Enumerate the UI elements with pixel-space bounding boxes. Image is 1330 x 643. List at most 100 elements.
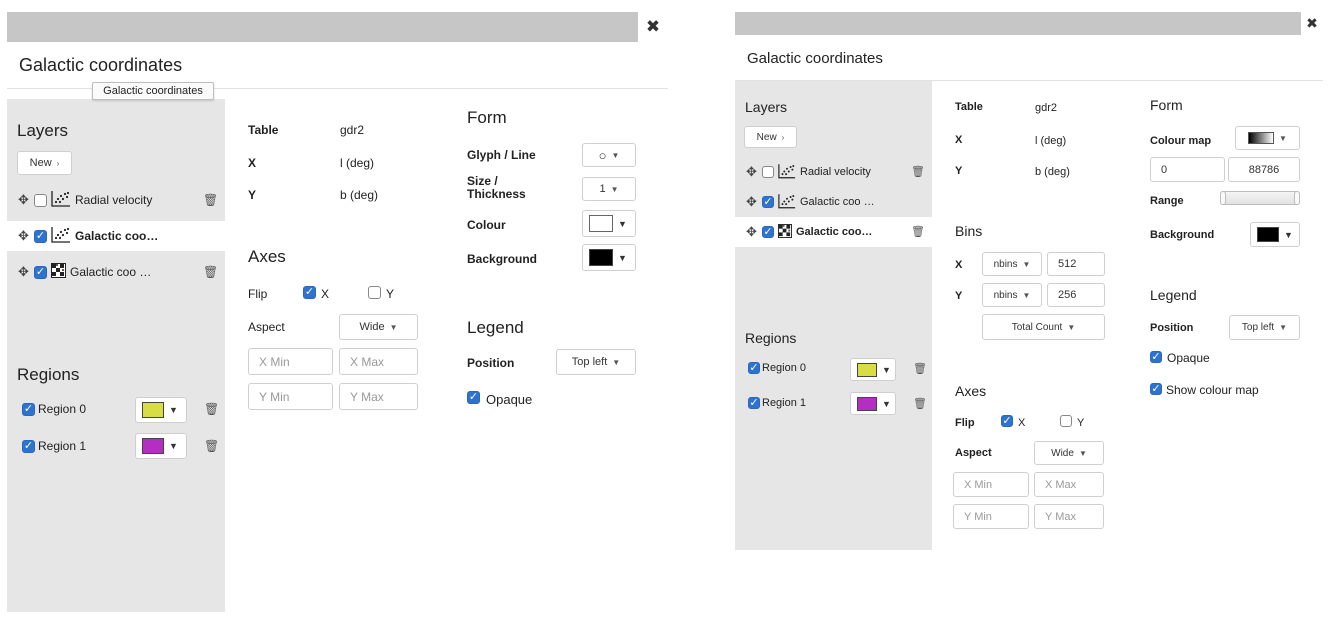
x-min-input[interactable]: X Min (953, 472, 1029, 497)
flip-x-checkbox[interactable]: ✓ (1001, 415, 1013, 427)
layer-item-radial-velocity[interactable]: ✥ ✓ Radial velocity 🗑 (7, 185, 225, 215)
layers-heading: Layers (745, 99, 788, 115)
flip-y-checkbox[interactable]: ✓ (368, 286, 381, 299)
new-layer-button[interactable]: New › (17, 151, 72, 175)
region-color-picker[interactable]: ▼ (850, 358, 896, 381)
y-min-input[interactable]: Y Min (248, 383, 333, 410)
bins-y-mode-value: nbins (993, 289, 1018, 301)
flip-y-checkbox[interactable]: ✓ (1060, 415, 1072, 427)
trash-icon[interactable]: 🗑 (913, 397, 927, 410)
layer-item-radial-velocity[interactable]: ✥ ✓ Radial velocity 🗑 (735, 157, 932, 187)
layer-visible-checkbox[interactable]: ✓ (34, 229, 47, 243)
trash-icon[interactable]: 🗑 (911, 165, 925, 178)
bins-x-input[interactable]: 512 (1047, 252, 1105, 276)
range-min-input[interactable]: 0 (1150, 157, 1225, 182)
color-swatch (857, 362, 877, 377)
bins-x-mode-select[interactable]: nbins ▼ (982, 252, 1042, 276)
opaque-checkbox[interactable]: ✓ (1150, 351, 1162, 363)
layer-item-galactic-density[interactable]: ✥ ✓ Galactic coo … 🗑 (7, 257, 225, 287)
trash-icon[interactable]: 🗑 (204, 439, 219, 453)
layer-visible-checkbox[interactable]: ✓ (762, 226, 774, 238)
glyph-select[interactable]: ○ ▼ (582, 143, 636, 167)
region-color-picker[interactable]: ▼ (850, 392, 896, 415)
layer-label: Radial velocity (800, 166, 871, 178)
trash-icon[interactable]: 🗑 (204, 402, 219, 416)
regions-heading: Regions (745, 330, 797, 346)
layer-item-galactic-density[interactable]: ✥ ✓ Galactic coo… 🗑 (735, 217, 932, 247)
region-checkbox[interactable]: ✓ (748, 362, 760, 374)
window-titlebar[interactable] (735, 12, 1323, 35)
layer-label: Radial velocity (75, 193, 153, 207)
x-max-input[interactable]: X Max (339, 348, 418, 375)
trash-icon[interactable]: 🗑 (911, 225, 925, 238)
background-color-picker[interactable]: ▼ (1250, 222, 1300, 247)
colour-picker[interactable]: ▼ (582, 210, 636, 237)
background-color-picker[interactable]: ▼ (582, 244, 636, 271)
y-max-input[interactable]: Y Max (339, 383, 418, 410)
bins-y-input[interactable]: 256 (1047, 283, 1105, 307)
aggregation-select[interactable]: Total Count ▼ (982, 314, 1105, 340)
window-titlebar[interactable] (7, 12, 668, 42)
region-item[interactable]: ✓ Region 1 (22, 439, 86, 453)
region-label: Region 1 (762, 397, 807, 409)
color-swatch (1257, 227, 1279, 242)
range-slider[interactable] (1220, 191, 1300, 205)
range-slider-max-handle[interactable] (1294, 191, 1300, 205)
colourmap-select[interactable]: ▼ (1235, 126, 1300, 150)
aspect-label: Aspect (248, 320, 285, 334)
range-label: Range (1150, 195, 1184, 207)
legend-position-select[interactable]: Top left ▼ (556, 349, 636, 375)
show-colourmap-checkbox[interactable]: ✓ (1150, 383, 1162, 395)
density-grid-icon (51, 263, 66, 281)
close-button[interactable]: ✖ (1301, 12, 1323, 35)
window-title: Galactic coordinates (19, 55, 183, 75)
size-select[interactable]: 1 ▼ (582, 177, 636, 201)
region-item[interactable]: ✓ Region 0 (748, 362, 806, 374)
region-checkbox[interactable]: ✓ (22, 439, 35, 453)
aggregation-value: Total Count (1011, 321, 1063, 333)
move-icon[interactable]: ✥ (745, 164, 758, 180)
form-heading: Form (1150, 97, 1183, 113)
opaque-checkbox[interactable]: ✓ (467, 391, 480, 404)
table-value: gdr2 (1035, 102, 1058, 114)
range-slider-min-handle[interactable] (1220, 191, 1226, 205)
dropdown-triangle-icon: ▼ (882, 398, 891, 409)
region-label: Region 0 (762, 362, 807, 374)
layer-visible-checkbox[interactable]: ✓ (762, 166, 774, 178)
layer-item-galactic-scatter[interactable]: ✥ ✓ Galactic coo … (735, 187, 932, 217)
dropdown-triangle-icon: ▼ (169, 441, 178, 451)
trash-icon[interactable]: 🗑 (203, 193, 218, 207)
x-max-input[interactable]: X Max (1034, 472, 1104, 497)
y-min-input[interactable]: Y Min (953, 504, 1029, 529)
region-checkbox[interactable]: ✓ (748, 397, 760, 409)
move-icon[interactable]: ✥ (745, 194, 758, 210)
aspect-select[interactable]: Wide ▼ (339, 314, 418, 340)
new-layer-button[interactable]: New › (744, 126, 797, 148)
bins-x-label: X (955, 259, 963, 271)
region-item[interactable]: ✓ Region 1 (748, 397, 806, 409)
layer-visible-checkbox[interactable]: ✓ (34, 265, 47, 279)
trash-icon[interactable]: 🗑 (913, 362, 927, 375)
position-value: Top left (1241, 322, 1275, 333)
layer-visible-checkbox[interactable]: ✓ (34, 193, 47, 207)
range-max-input[interactable]: 88786 (1228, 157, 1300, 182)
region-color-picker[interactable]: ▼ (135, 397, 187, 423)
legend-position-select[interactable]: Top left ▼ (1229, 315, 1300, 340)
layer-visible-checkbox[interactable]: ✓ (762, 196, 774, 208)
trash-icon[interactable]: 🗑 (203, 265, 218, 279)
layer-item-galactic-scatter[interactable]: ✥ ✓ Galactic coo… (7, 221, 225, 251)
move-icon[interactable]: ✥ (17, 264, 30, 280)
region-checkbox[interactable]: ✓ (22, 402, 35, 416)
move-icon[interactable]: ✥ (17, 228, 30, 244)
close-button[interactable]: ✖ (638, 12, 668, 42)
x-min-input[interactable]: X Min (248, 348, 333, 375)
y-max-input[interactable]: Y Max (1034, 504, 1104, 529)
bins-y-mode-select[interactable]: nbins ▼ (982, 283, 1042, 307)
aspect-select[interactable]: Wide ▼ (1034, 441, 1104, 465)
region-color-picker[interactable]: ▼ (135, 433, 187, 459)
region-item[interactable]: ✓ Region 0 (22, 402, 86, 416)
move-icon[interactable]: ✥ (17, 192, 30, 208)
flip-x-checkbox[interactable]: ✓ (303, 286, 316, 299)
move-icon[interactable]: ✥ (745, 224, 758, 240)
y-value: b (deg) (340, 188, 379, 202)
